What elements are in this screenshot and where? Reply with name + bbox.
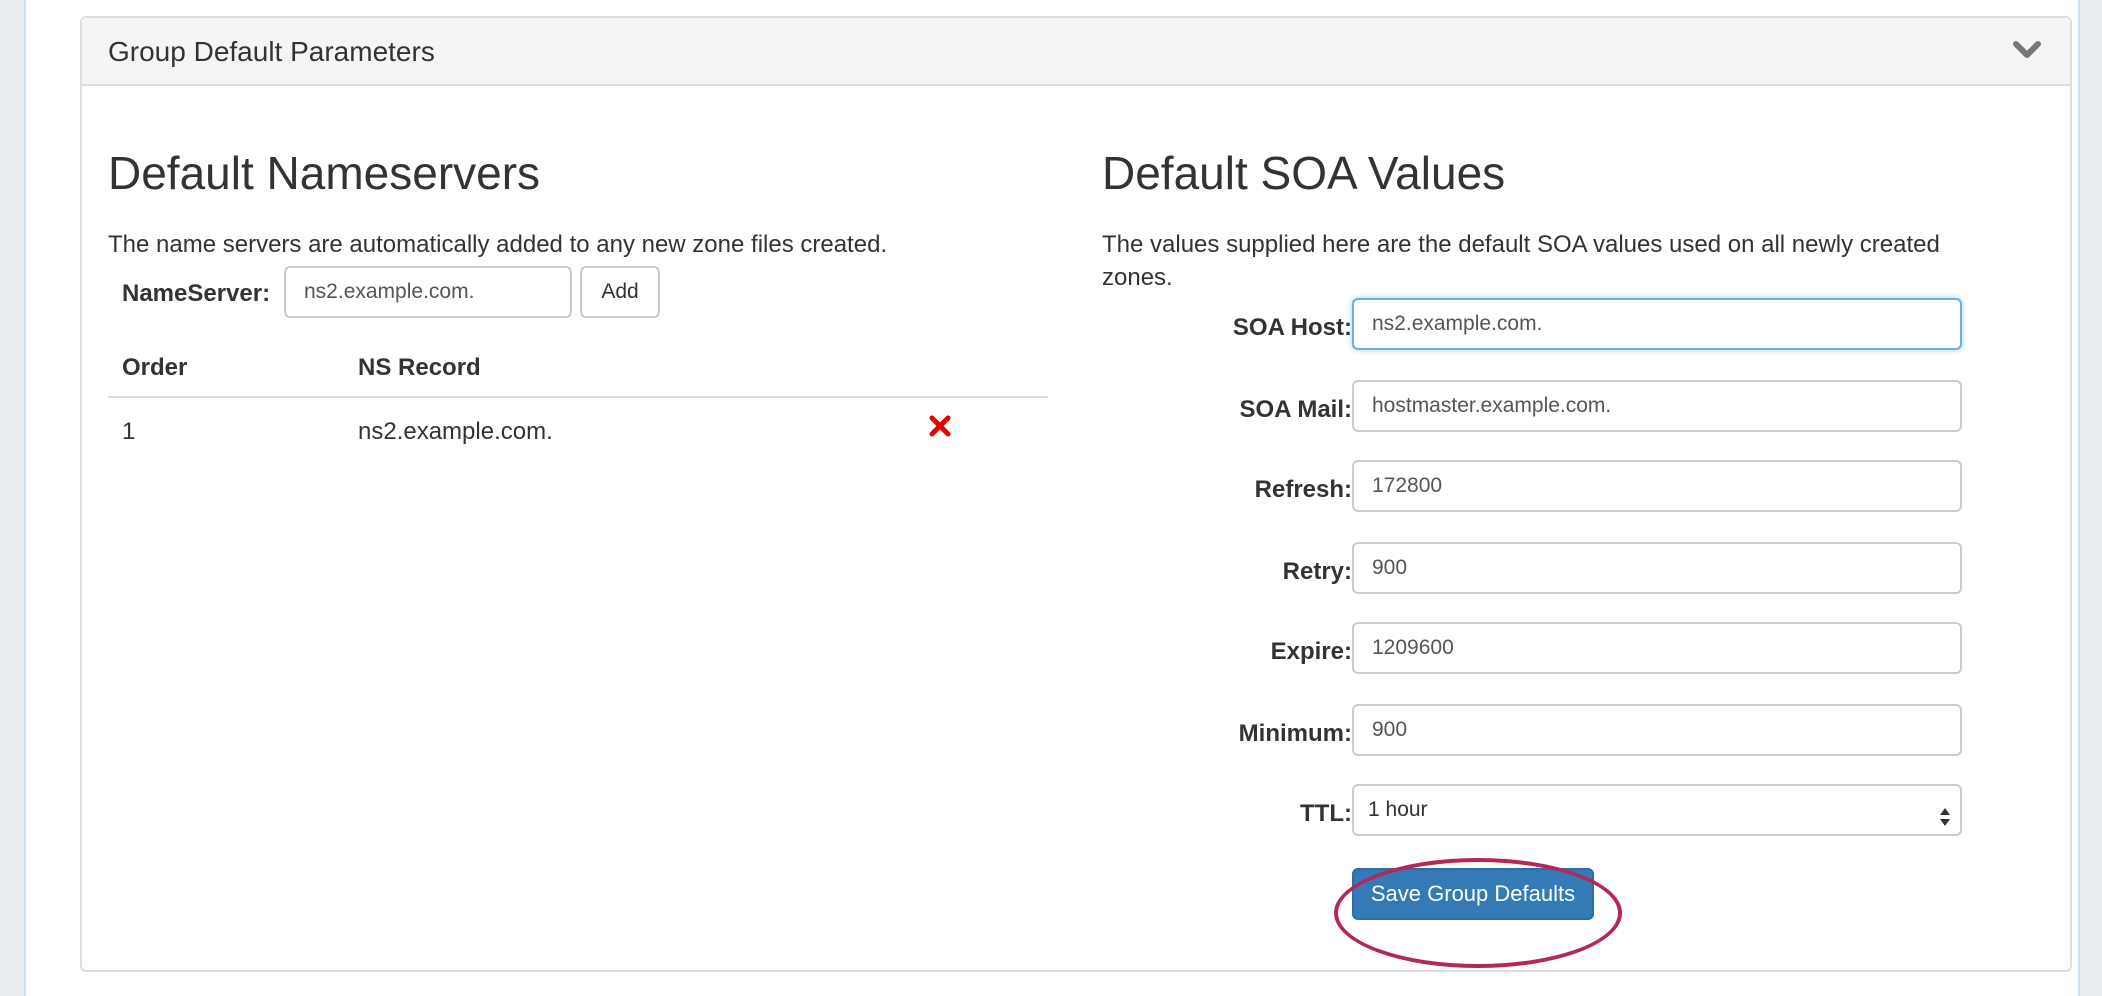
row-ns-record: ns2.example.com. (358, 418, 553, 445)
soa-description: The values supplied here are the default… (1102, 231, 1940, 291)
nameservers-heading: Default Nameservers (108, 147, 541, 199)
soa-heading: Default SOA Values (1102, 147, 1506, 199)
minimum-label: Minimum: (1238, 720, 1352, 747)
table-divider (108, 396, 1048, 398)
table-header-ns-record: NS Record (358, 354, 481, 381)
panel-heading[interactable]: Group Default Parameters (82, 18, 2070, 86)
expire-input[interactable]: 1209600 (1352, 622, 1962, 674)
page-container: Group Default Parameters Default Nameser… (24, 0, 2080, 996)
panel-title: Group Default Parameters (108, 36, 435, 67)
soa-mail-label: SOA Mail: (1239, 396, 1352, 423)
table-header-order: Order (122, 354, 188, 381)
ttl-select[interactable]: 1 hour (1352, 784, 1962, 836)
row-order: 1 (122, 418, 136, 445)
nameserver-label: NameServer: (122, 280, 271, 307)
close-icon[interactable] (928, 414, 952, 438)
soa-mail-input[interactable]: hostmaster.example.com. (1352, 380, 1962, 432)
minimum-input[interactable]: 900 (1352, 704, 1962, 756)
select-arrows-icon (1938, 799, 1952, 826)
group-defaults-panel: Group Default Parameters Default Nameser… (80, 16, 2072, 972)
retry-input[interactable]: 900 (1352, 542, 1962, 594)
retry-label: Retry: (1282, 558, 1352, 585)
nameservers-description: The name servers are automatically added… (108, 231, 888, 258)
chevron-down-icon[interactable] (2012, 38, 2042, 62)
soa-host-label: SOA Host: (1232, 314, 1352, 341)
ttl-selected-value: 1 hour (1368, 798, 1428, 821)
soa-host-input[interactable]: ns2.example.com. (1352, 298, 1962, 350)
refresh-label: Refresh: (1254, 476, 1352, 503)
refresh-input[interactable]: 172800 (1352, 460, 1962, 512)
expire-label: Expire: (1270, 638, 1352, 665)
nameserver-input[interactable]: ns2.example.com. (284, 266, 572, 318)
add-nameserver-button[interactable]: Add (580, 266, 660, 318)
save-group-defaults-button[interactable]: Save Group Defaults (1352, 868, 1594, 920)
ttl-label: TTL: (1300, 800, 1352, 827)
